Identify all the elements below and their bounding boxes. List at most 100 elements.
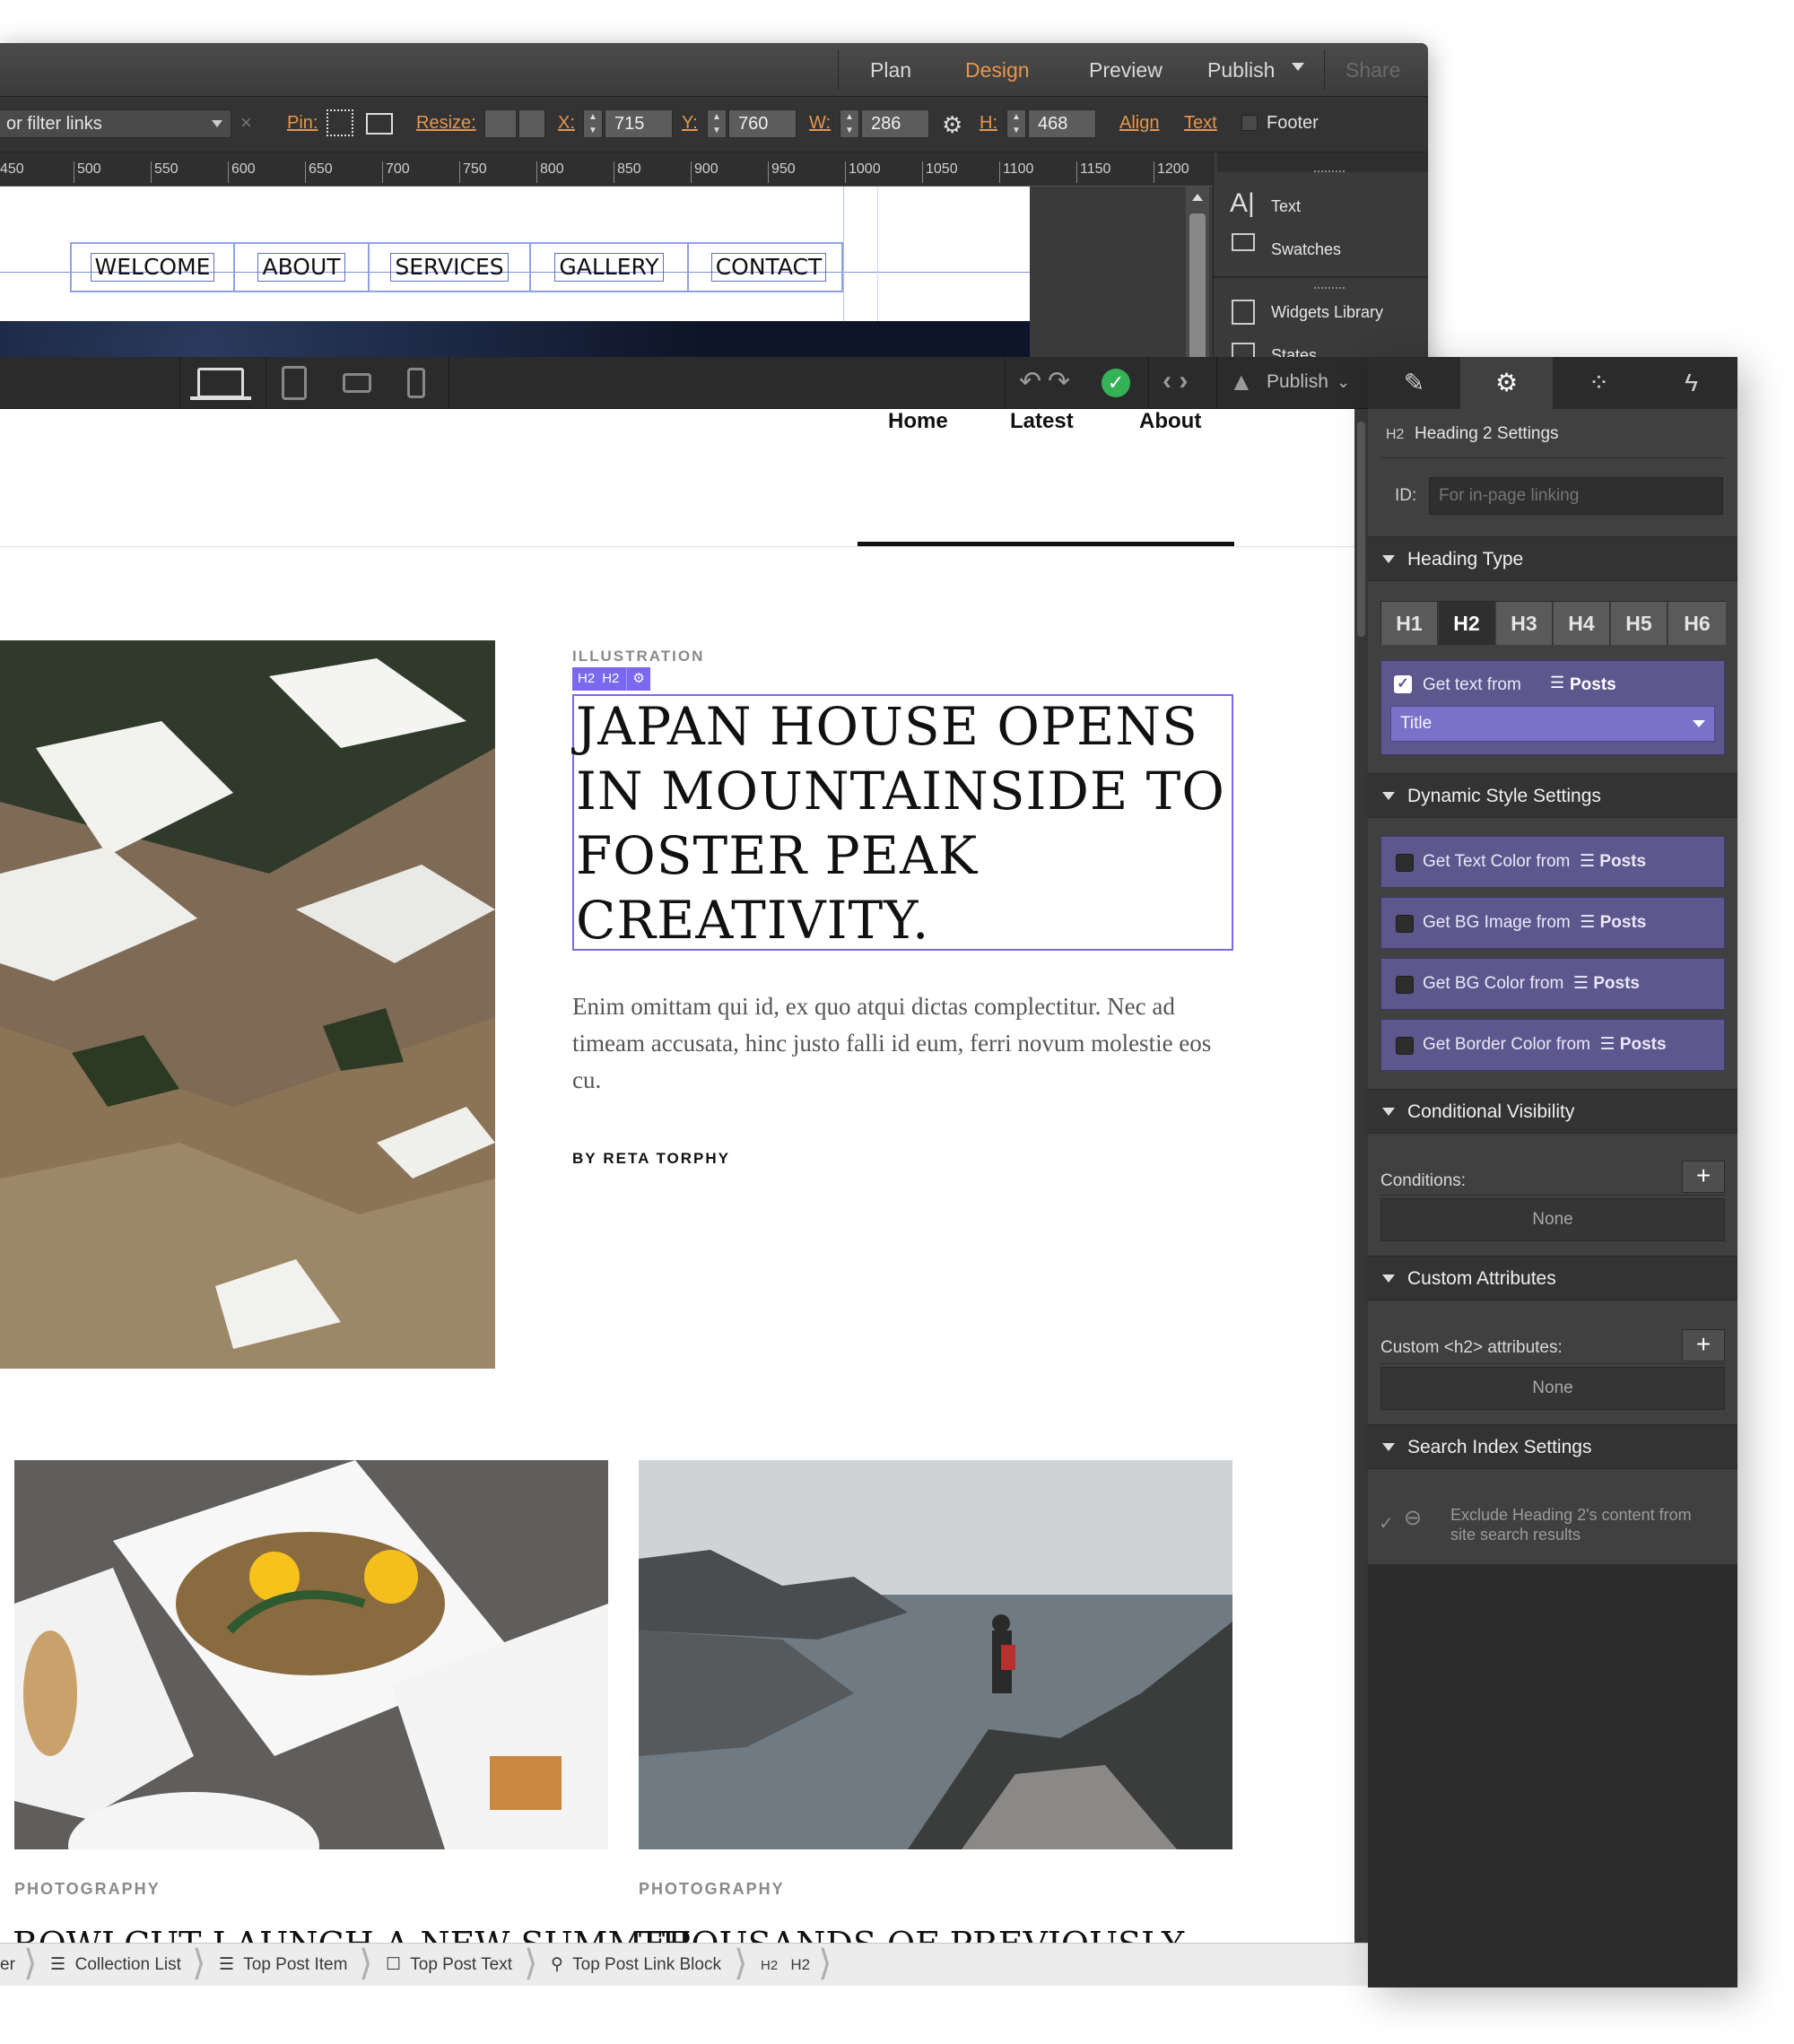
card-coast-image[interactable] xyxy=(639,1460,1232,1849)
heading-h5-option[interactable]: H5 xyxy=(1611,602,1668,645)
panel-text[interactable]: Text xyxy=(1271,197,1301,216)
heading-h3-option[interactable]: H3 xyxy=(1496,602,1553,645)
mobile-landscape-icon[interactable] xyxy=(343,373,371,393)
add-attribute-button[interactable]: + xyxy=(1682,1329,1725,1361)
style-manager-tab-drops-icon[interactable]: ⁘ xyxy=(1553,357,1645,409)
heading-h2-option[interactable]: H2 xyxy=(1439,602,1495,645)
ruler-tick: 1200 xyxy=(1154,161,1189,183)
select-chevron-icon xyxy=(1693,720,1705,727)
site-nav-home[interactable]: Home xyxy=(888,409,948,434)
panel-widgets-library[interactable]: Widgets Library xyxy=(1271,303,1383,322)
selected-element-badge[interactable]: H2 H2 ⚙ xyxy=(572,667,650,691)
search-index-section-toggle[interactable]: Search Index Settings xyxy=(1368,1424,1737,1469)
tablet-view-icon[interactable] xyxy=(282,366,307,400)
site-nav-latest[interactable]: Latest xyxy=(1010,409,1074,434)
conditional-visibility-section-toggle[interactable]: Conditional Visibility xyxy=(1368,1089,1737,1134)
h-stepper[interactable]: ▲ ▼ xyxy=(1006,109,1026,138)
nav-welcome[interactable]: WELCOME xyxy=(90,253,215,282)
footer-checkbox[interactable] xyxy=(1241,115,1258,131)
mobile-portrait-icon[interactable] xyxy=(407,368,425,398)
text-color-checkbox[interactable] xyxy=(1396,854,1414,872)
border-color-checkbox[interactable] xyxy=(1396,1037,1414,1055)
publish-chevron-down-icon[interactable] xyxy=(1292,63,1304,71)
featured-mountain-image[interactable] xyxy=(0,640,495,1369)
link-dimensions-icon[interactable]: ⚙ xyxy=(942,111,962,139)
filter-links-input[interactable]: or filter links xyxy=(0,109,231,138)
border-color-binding[interactable]: Get Border Color from ☰ Posts xyxy=(1380,1019,1725,1071)
bg-color-binding[interactable]: Get BG Color from ☰ Posts xyxy=(1380,958,1725,1010)
align-button[interactable]: Align xyxy=(1119,113,1159,134)
footer-label: Footer xyxy=(1267,113,1319,133)
get-text-checkbox[interactable]: ✓ xyxy=(1394,675,1412,693)
badge-gear-icon[interactable]: ⚙ xyxy=(626,667,645,691)
breadcrumb-h2[interactable]: H2 H2 xyxy=(761,1944,810,1987)
nav-gallery[interactable]: GALLERY xyxy=(554,253,664,282)
resize-dropdown-icon[interactable] xyxy=(518,109,545,138)
nav-contact[interactable]: CONTACT xyxy=(710,253,827,282)
exclude-search-label: Exclude Heading 2's content from site se… xyxy=(1450,1506,1692,1544)
text-color-binding[interactable]: Get Text Color from ☰ Posts xyxy=(1380,836,1725,888)
redo-icon[interactable]: ↷ xyxy=(1048,366,1070,397)
mode-publish[interactable]: Publish xyxy=(1207,43,1275,97)
resize-label: Resize: xyxy=(416,113,476,133)
pin-sides-icon[interactable] xyxy=(366,113,393,135)
featured-excerpt: Enim omittam qui id, ex quo atqui dictas… xyxy=(572,993,1212,1093)
text-button[interactable]: Text xyxy=(1184,113,1217,134)
x-input[interactable]: 715 xyxy=(605,109,673,138)
mode-preview[interactable]: Preview xyxy=(1089,43,1163,97)
byline-prefix: BY xyxy=(572,1150,597,1167)
search-exclude-icon: ⊖ xyxy=(1404,1506,1423,1530)
settings-tab-gear-icon[interactable]: ⚙ xyxy=(1460,357,1553,409)
bg-image-binding[interactable]: Get BG Image from ☰ Posts xyxy=(1380,897,1725,949)
style-tab-brush-icon[interactable]: ✎ xyxy=(1368,357,1460,409)
canvas-scrollbar[interactable] xyxy=(1354,409,1368,1943)
interactions-tab-lightning-icon[interactable]: ϟ xyxy=(1645,357,1737,409)
clear-icon[interactable]: × xyxy=(240,111,252,135)
desktop-view-icon[interactable] xyxy=(197,368,244,398)
title-field-select[interactable]: Title xyxy=(1390,706,1715,742)
mode-plan[interactable]: Plan xyxy=(870,43,911,97)
panel-swatches[interactable]: Swatches xyxy=(1271,240,1341,259)
resize-lock-icon[interactable] xyxy=(484,109,517,138)
publish-chevron-icon[interactable]: ⌄ xyxy=(1337,373,1350,392)
bg-image-checkbox[interactable] xyxy=(1396,915,1414,933)
breadcrumb-collection-list[interactable]: ☰ Collection List xyxy=(50,1944,181,1987)
pin-all-icon[interactable] xyxy=(327,109,353,136)
card-1-title[interactable]: BOWLCUT LAUNCH A NEW SUMMER xyxy=(13,1925,693,1943)
publish-rocket-icon[interactable]: ▲ xyxy=(1229,368,1254,396)
horizontal-ruler: 450 500 550 600 650 700 750 800 850 900 … xyxy=(0,152,1213,187)
code-view-icon[interactable]: ‹ › xyxy=(1163,366,1188,396)
breadcrumb-top-post-item[interactable]: ☰ Top Post Item xyxy=(219,1944,347,1987)
card-food-image[interactable] xyxy=(14,1460,608,1849)
featured-title[interactable]: JAPAN HOUSE OPENS IN MOUNTAINSIDE TO FOS… xyxy=(576,694,1235,952)
byline-author[interactable]: RETA TORPHY xyxy=(603,1150,730,1167)
breadcrumb-top-post-text[interactable]: ☐ Top Post Text xyxy=(386,1944,512,1987)
exclude-search-checkbox[interactable]: ✓ xyxy=(1379,1512,1394,1535)
breadcrumb-top-post-link-block[interactable]: ⚲ Top Post Link Block xyxy=(551,1944,721,1987)
site-nav-about[interactable]: About xyxy=(1139,409,1201,434)
mode-design[interactable]: Design xyxy=(965,43,1030,97)
bg-color-checkbox[interactable] xyxy=(1396,976,1414,994)
x-stepper[interactable]: ▲ ▼ xyxy=(583,109,603,138)
heading-h6-option[interactable]: H6 xyxy=(1668,602,1726,645)
heading-h1-option[interactable]: H1 xyxy=(1381,602,1438,645)
w-input[interactable]: 286 xyxy=(861,109,929,138)
undo-icon[interactable]: ↶ xyxy=(1019,366,1041,397)
w-stepper[interactable]: ▲ ▼ xyxy=(840,109,859,138)
y-stepper[interactable]: ▲ ▼ xyxy=(707,109,727,138)
filter-dropdown-icon[interactable] xyxy=(212,120,222,127)
custom-attributes-section-toggle[interactable]: Custom Attributes xyxy=(1368,1256,1737,1300)
link-icon: ⚲ xyxy=(551,1955,563,1974)
dynamic-style-section-toggle[interactable]: Dynamic Style Settings xyxy=(1368,773,1737,818)
element-id-input[interactable] xyxy=(1429,477,1723,515)
publish-button[interactable]: Publish xyxy=(1267,371,1328,393)
nav-about[interactable]: ABOUT xyxy=(257,253,345,282)
h-input[interactable]: 468 xyxy=(1028,109,1096,138)
heading-type-section-toggle[interactable]: Heading Type xyxy=(1368,536,1737,581)
add-condition-button[interactable]: + xyxy=(1682,1161,1725,1193)
y-input[interactable]: 760 xyxy=(728,109,797,138)
card-2-title[interactable]: THOUSANDS OF PREVIOUSLY xyxy=(639,1925,1184,1943)
heading-h4-option[interactable]: H4 xyxy=(1554,602,1610,645)
nav-services[interactable]: SERVICES xyxy=(390,253,509,282)
breadcrumb-parent[interactable]: er xyxy=(0,1944,15,1987)
